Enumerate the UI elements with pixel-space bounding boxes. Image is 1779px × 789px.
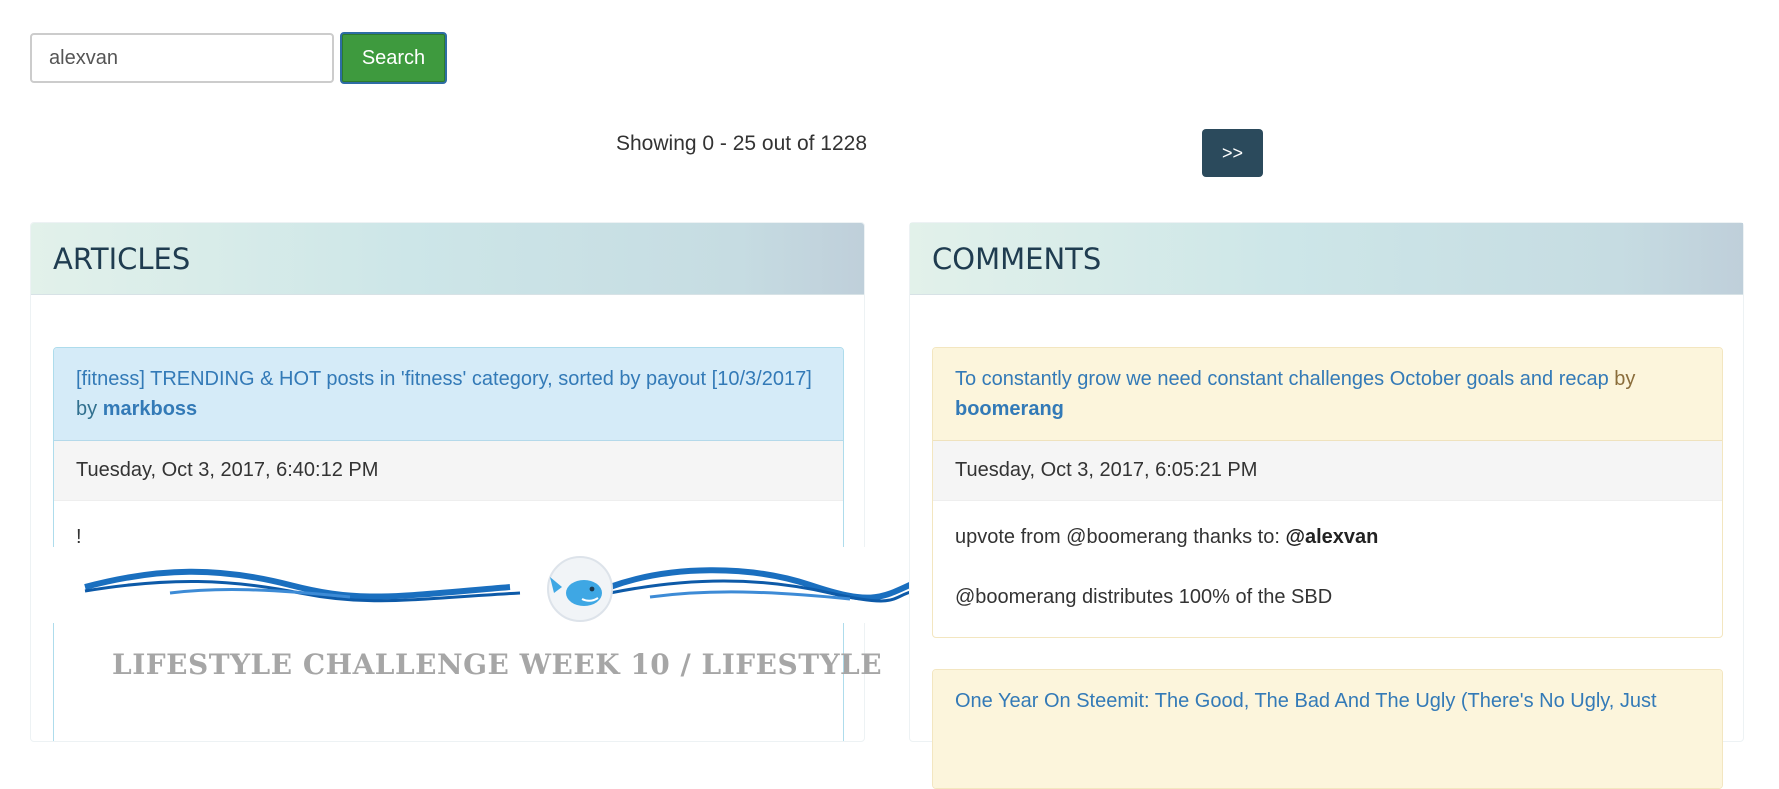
next-page-button[interactable]: >>	[1202, 129, 1263, 177]
comment-line-1: upvote from @boomerang thanks to: @alexv…	[955, 523, 1700, 551]
search-button[interactable]: Search	[340, 32, 447, 84]
comment-by-label: by	[1614, 368, 1636, 390]
comment-card: One Year On Steemit: The Good, The Bad A…	[932, 669, 1723, 789]
article-card-header: [fitness] TRENDING & HOT posts in 'fitne…	[54, 348, 843, 441]
comment-title-link[interactable]: One Year On Steemit: The Good, The Bad A…	[955, 690, 1657, 712]
search-bar: Search	[30, 32, 447, 84]
article-banner-image	[50, 547, 914, 623]
comment-card-header: To constantly grow we need constant chal…	[933, 348, 1722, 441]
article-card: [fitness] TRENDING & HOT posts in 'fitne…	[53, 347, 844, 741]
articles-panel-header: ARTICLES	[31, 223, 864, 295]
comment-line-1-text: upvote from @boomerang thanks to:	[955, 526, 1286, 548]
comments-heading: COMMENTS	[932, 241, 1102, 276]
comments-panel: COMMENTS To constantly grow we need cons…	[909, 222, 1744, 789]
comment-mention: @alexvan	[1285, 526, 1379, 548]
article-date: Tuesday, Oct 3, 2017, 6:40:12 PM	[54, 441, 843, 501]
whale-icon	[547, 556, 613, 622]
comment-card-header: One Year On Steemit: The Good, The Bad A…	[933, 670, 1722, 788]
article-by-label: by	[76, 398, 103, 420]
comments-panel-header: COMMENTS	[910, 223, 1743, 295]
article-title-link[interactable]: [fitness] TRENDING & HOT posts in 'fitne…	[76, 368, 812, 390]
article-author-link[interactable]: markboss	[103, 398, 198, 420]
pagination-status: Showing 0 - 25 out of 1228	[616, 132, 868, 155]
comment-date: Tuesday, Oct 3, 2017, 6:05:21 PM	[933, 441, 1722, 501]
comment-title-link[interactable]: To constantly grow we need constant chal…	[955, 368, 1609, 390]
search-input[interactable]	[30, 33, 334, 83]
articles-heading: ARTICLES	[53, 241, 191, 276]
article-image-caption: LIFESTYLE CHALLENGE WEEK 10 / LIFESTYLE	[112, 648, 883, 681]
comment-line-2: @boomerang distributes 100% of the SBD	[955, 586, 1333, 608]
comment-card: To constantly grow we need constant chal…	[932, 347, 1723, 638]
comment-body: upvote from @boomerang thanks to: @alexv…	[933, 501, 1722, 611]
comment-author-link[interactable]: boomerang	[955, 398, 1064, 420]
article-body: !	[54, 501, 843, 551]
